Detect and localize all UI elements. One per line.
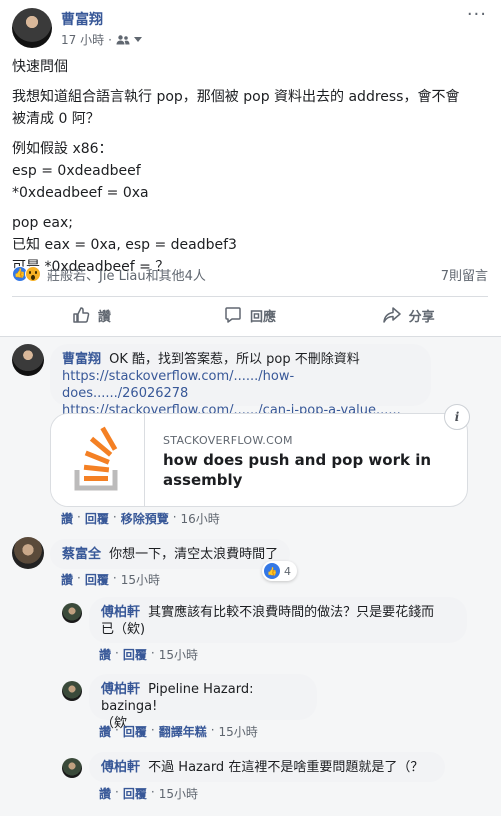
like-label: 讚 — [97, 309, 111, 325]
chevron-down-icon[interactable] — [133, 36, 142, 43]
post-line: 已知 eax = 0xa, esp = deadbef3 — [12, 237, 237, 253]
comment-like-button[interactable]: 讚 — [61, 510, 73, 527]
comment-bubble: 曹富翔 OK 酷，找到答案惹，所以 pop 不刪除資料 https://stac… — [50, 344, 431, 418]
comment-text: 你想一下，清空太浪費時間了 — [109, 547, 279, 562]
wow-reaction-icon — [25, 266, 41, 282]
post-line: 快速問個 — [12, 59, 68, 75]
reply-reply-button[interactable]: 回覆 — [123, 646, 147, 663]
comment-label: 回應 — [250, 309, 277, 325]
comment-like-count[interactable]: 👍 4 — [262, 561, 297, 581]
post-meta: 17 小時 · — [61, 31, 142, 48]
separator: · — [108, 32, 112, 47]
link-title[interactable]: how does push and pop work in assembly — [163, 450, 443, 490]
reply-reply-button[interactable]: 回覆 — [123, 785, 147, 802]
replier-avatar[interactable] — [62, 758, 82, 778]
reply-bubble: 傅柏軒 不過 Hazard 在這裡不是啥重要問題就是了（？ — [89, 752, 445, 782]
share-label: 分享 — [408, 309, 435, 325]
divider — [12, 296, 488, 297]
reply-reply-button[interactable]: 回覆 — [123, 723, 147, 740]
translate-button[interactable]: 翻譯年糕 — [159, 723, 207, 740]
reactions-summary[interactable]: 👍 莊般若、Jie Liau和其他4人 7則留言 — [12, 264, 488, 284]
replier-name[interactable]: 傅柏軒 — [101, 605, 140, 620]
reply-like-button[interactable]: 讚 — [99, 723, 111, 740]
reply-bubble: 傅柏軒 Pipeline Hazard: bazinga! （欸 — [89, 674, 317, 731]
stackoverflow-logo-icon — [51, 414, 145, 506]
reaction-names[interactable]: 莊般若、Jie Liau和其他4人 — [47, 265, 206, 284]
reply-like-button[interactable]: 讚 — [99, 646, 111, 663]
commenter-avatar[interactable] — [12, 344, 44, 376]
share-icon — [382, 307, 401, 323]
reply-bubble: 傅柏軒 其實應該有比較不浪費時間的做法？只是要花錢而 已（欸) — [89, 597, 467, 643]
like-reaction-icon: 👍 — [264, 563, 280, 579]
like-button[interactable]: 讚 — [12, 298, 171, 332]
post-line: 我想知道組合語言執行 pop，那個被 pop 資料出去的 address，會不會 — [12, 89, 460, 105]
comment-bubble: 蔡富全 你想一下，清空太浪費時間了 — [50, 539, 291, 569]
author-name[interactable]: 曹富翔 — [61, 9, 103, 29]
post-line: pop eax; — [12, 215, 73, 231]
link-preview-card[interactable]: STACKOVERFLOW.COM how does push and pop … — [50, 413, 468, 507]
reply-text: 已（欸) — [101, 622, 146, 637]
comment-icon — [225, 307, 241, 323]
reply-actions: 讚 · 回覆 · 15小時 — [99, 785, 198, 802]
post-line: esp = 0xdeadbeef — [12, 163, 141, 179]
info-icon[interactable]: i — [444, 404, 470, 430]
share-button[interactable]: 分享 — [329, 298, 488, 332]
commenter-avatar[interactable] — [12, 537, 44, 569]
post-line: 例如假設 x86： — [12, 141, 113, 157]
reply-time[interactable]: 15小時 — [159, 646, 198, 663]
reply-text: 不過 Hazard 在這裡不是啥重要問題就是了（？ — [148, 760, 424, 775]
post-actions: 讚 回應 分享 — [12, 298, 488, 332]
comment-link[interactable]: https://stackoverflow.com/....../how-doe… — [62, 368, 419, 402]
comment-text: OK 酷，找到答案惹，所以 pop 不刪除資料 — [109, 352, 360, 367]
replier-avatar[interactable] — [62, 603, 82, 623]
more-options-button[interactable]: ··· — [467, 4, 487, 25]
reply-actions: 讚 · 回覆 · 翻譯年糕 · 15小時 — [99, 723, 258, 740]
comment-like-button[interactable]: 讚 — [61, 571, 73, 588]
post-line: 被清成 0 阿？ — [12, 111, 100, 127]
reply-time[interactable]: 15小時 — [159, 785, 198, 802]
commenter-name[interactable]: 曹富翔 — [62, 352, 101, 367]
commenter-name[interactable]: 蔡富全 — [62, 547, 101, 562]
thumbs-up-icon — [73, 307, 90, 323]
comment-actions: 讚 · 回覆 · 移除預覽 · 16小時 — [61, 510, 220, 527]
reply-like-button[interactable]: 讚 — [99, 785, 111, 802]
comment-actions: 讚 · 回覆 · 15小時 — [61, 571, 160, 588]
link-domain: STACKOVERFLOW.COM — [163, 434, 293, 447]
comment-count[interactable]: 7則留言 — [441, 265, 488, 284]
comment-time[interactable]: 16小時 — [181, 510, 220, 527]
comment-button[interactable]: 回應 — [171, 298, 330, 332]
replier-name[interactable]: 傅柏軒 — [101, 760, 140, 775]
remove-preview-button[interactable]: 移除預覽 — [121, 510, 169, 527]
comment-time[interactable]: 15小時 — [121, 571, 160, 588]
post-time[interactable]: 17 小時 — [61, 31, 104, 48]
reply-time[interactable]: 15小時 — [219, 723, 258, 740]
comment-reply-button[interactable]: 回覆 — [85, 510, 109, 527]
post-body: 快速問個 我想知道組合語言執行 pop，那個被 pop 資料出去的 addres… — [12, 56, 488, 278]
reply-text: 其實應該有比較不浪費時間的做法？只是要花錢而 — [148, 605, 435, 620]
author-avatar[interactable] — [12, 8, 52, 48]
reply-actions: 讚 · 回覆 · 15小時 — [99, 646, 198, 663]
replier-avatar[interactable] — [62, 681, 82, 701]
comment-reply-button[interactable]: 回覆 — [85, 571, 109, 588]
post-line: *0xdeadbeef = 0xa — [12, 185, 149, 201]
friends-audience-icon[interactable] — [116, 34, 130, 45]
replier-name[interactable]: 傅柏軒 — [101, 682, 140, 697]
